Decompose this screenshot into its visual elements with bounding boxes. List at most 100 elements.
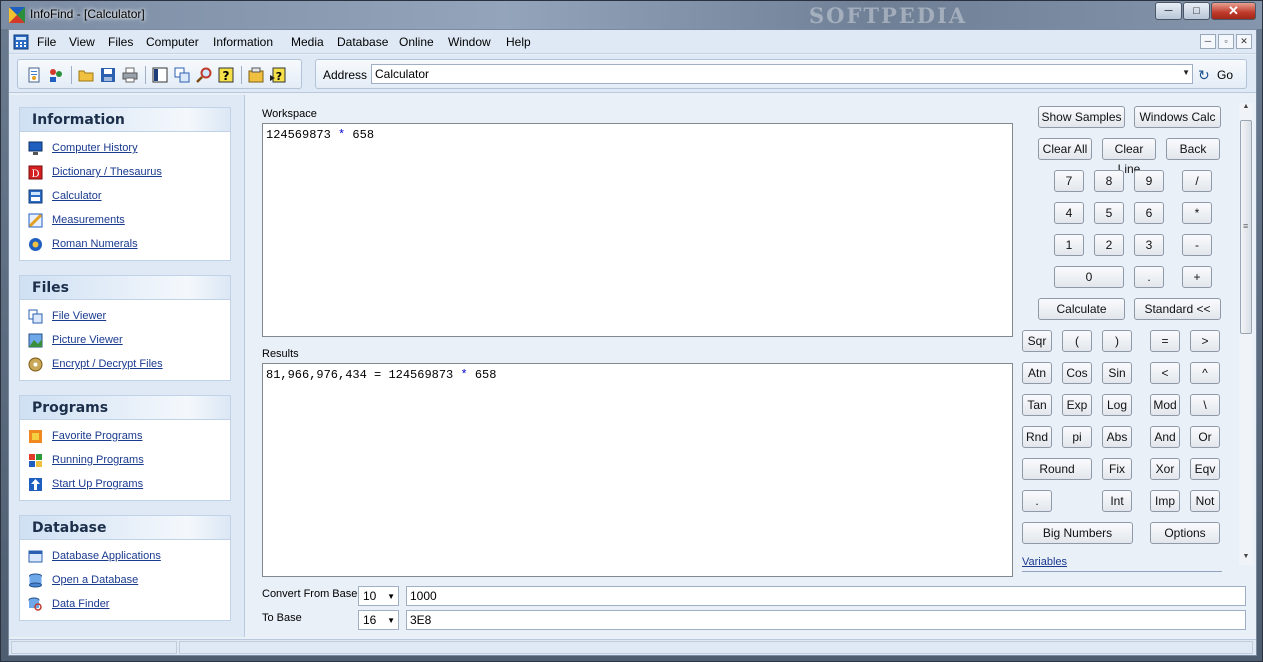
people-icon[interactable] [48,67,64,83]
not-button[interactable]: Not [1190,490,1220,512]
menu-files[interactable]: Files [108,35,133,49]
nav-item-measurements[interactable]: Measurements [20,208,230,232]
open-folder-icon[interactable] [78,67,94,83]
nav-item-open-database[interactable]: Open a Database [20,568,230,592]
nav-item-computer-history[interactable]: Computer History [20,136,230,160]
nav-item-encrypt-files[interactable]: Encrypt / Decrypt Files [20,352,230,376]
mod-button[interactable]: Mod [1150,394,1180,416]
divide-button[interactable]: / [1182,170,1212,192]
xor-button[interactable]: Xor [1150,458,1180,480]
section-header-database[interactable]: Database [20,516,230,540]
round-button[interactable]: Round [1022,458,1092,480]
decimal-point-button-2[interactable]: . [1022,490,1052,512]
go-arrow-icon[interactable]: ↻ [1198,67,1210,84]
atn-button[interactable]: Atn [1022,362,1052,384]
scroll-up-icon[interactable]: ▲ [1239,103,1253,115]
workspace-editor[interactable]: 124569873 * 658 [262,123,1013,337]
nav-item-running-programs[interactable]: Running Programs [20,448,230,472]
options-button[interactable]: Options [1150,522,1220,544]
window-minimize-button[interactable]: ─ [1155,2,1182,20]
integer-divide-button[interactable]: \ [1190,394,1220,416]
digit-0-button[interactable]: 0 [1054,266,1124,288]
window-close-button[interactable]: ✕ [1211,2,1256,20]
nav-item-start-up-programs[interactable]: Start Up Programs [20,472,230,496]
section-header-information[interactable]: Information [20,108,230,132]
digit-5-button[interactable]: 5 [1094,202,1124,224]
convert-from-value-input[interactable]: 1000 [406,586,1246,606]
cos-button[interactable]: Cos [1062,362,1092,384]
menu-media[interactable]: Media [291,35,324,49]
menu-help[interactable]: Help [506,35,531,49]
results-pane[interactable]: 81,966,976,434 = 124569873 * 658 [262,363,1013,577]
digit-4-button[interactable]: 4 [1054,202,1084,224]
save-icon[interactable] [100,67,116,83]
int-button[interactable]: Int [1102,490,1132,512]
menu-view[interactable]: View [69,35,95,49]
clear-all-button[interactable]: Clear All [1038,138,1092,160]
calculator-menu-icon[interactable] [13,34,29,50]
window-maximize-button[interactable]: □ [1183,2,1210,20]
settings-icon[interactable] [248,67,264,83]
section-header-programs[interactable]: Programs [20,396,230,420]
power-button[interactable]: ^ [1190,362,1220,384]
digit-6-button[interactable]: 6 [1134,202,1164,224]
calculate-button[interactable]: Calculate [1038,298,1125,320]
abs-button[interactable]: Abs [1102,426,1132,448]
clear-line-button[interactable]: Clear Line [1102,138,1156,176]
print-icon[interactable] [122,67,138,83]
help-question-icon[interactable]: ? [218,67,234,83]
panel-toggle-icon[interactable] [152,67,168,83]
equals-button[interactable]: = [1150,330,1180,352]
menu-computer[interactable]: Computer [146,35,199,49]
mdi-minimize-button[interactable]: ─ [1200,34,1216,49]
greater-than-button[interactable]: > [1190,330,1220,352]
digit-2-button[interactable]: 2 [1094,234,1124,256]
or-button[interactable]: Or [1190,426,1220,448]
subtract-button[interactable]: - [1182,234,1212,256]
menu-file[interactable]: File [37,35,56,49]
search-icon[interactable] [196,67,212,83]
to-base-select[interactable]: 16 ▼ [358,610,399,630]
nav-item-file-viewer[interactable]: File Viewer [20,304,230,328]
mdi-close-button[interactable]: ✕ [1236,34,1252,49]
pi-button[interactable]: pi [1062,426,1092,448]
standard-toggle-button[interactable]: Standard << [1134,298,1221,320]
go-button[interactable]: Go [1217,68,1233,82]
nav-item-favorite-programs[interactable]: Favorite Programs [20,424,230,448]
rnd-button[interactable]: Rnd [1022,426,1052,448]
back-button[interactable]: Back [1166,138,1220,160]
menu-window[interactable]: Window [448,35,491,49]
nav-item-data-finder[interactable]: Data Finder [20,592,230,616]
converted-value-output[interactable]: 3E8 [406,610,1246,630]
nav-item-database-applications[interactable]: Database Applications [20,544,230,568]
show-samples-button[interactable]: Show Samples [1038,106,1125,128]
title-bar[interactable]: InfoFind - [Calculator] SOFTPEDIA ─ □ ✕ [1,1,1262,29]
nav-item-calculator[interactable]: Calculator [20,184,230,208]
digit-7-button[interactable]: 7 [1054,170,1084,192]
tan-button[interactable]: Tan [1022,394,1052,416]
address-input[interactable]: Calculator ▼ [371,64,1193,84]
fix-button[interactable]: Fix [1102,458,1132,480]
sqr-button[interactable]: Sqr [1022,330,1052,352]
digit-1-button[interactable]: 1 [1054,234,1084,256]
nav-item-picture-viewer[interactable]: Picture Viewer [20,328,230,352]
big-numbers-button[interactable]: Big Numbers [1022,522,1133,544]
copy-windows-icon[interactable] [174,67,190,83]
exp-button[interactable]: Exp [1062,394,1092,416]
eqv-button[interactable]: Eqv [1190,458,1220,480]
multiply-button[interactable]: * [1182,202,1212,224]
add-button[interactable]: + [1182,266,1212,288]
imp-button[interactable]: Imp [1150,490,1180,512]
left-paren-button[interactable]: ( [1062,330,1092,352]
section-header-files[interactable]: Files [20,276,230,300]
log-button[interactable]: Log [1102,394,1132,416]
and-button[interactable]: And [1150,426,1180,448]
digit-9-button[interactable]: 9 [1134,170,1164,192]
nav-item-dictionary[interactable]: D Dictionary / Thesaurus [20,160,230,184]
less-than-button[interactable]: < [1150,362,1180,384]
scroll-down-icon[interactable]: ▼ [1239,553,1253,565]
digit-8-button[interactable]: 8 [1094,170,1124,192]
mdi-restore-button[interactable]: ▫ [1218,34,1234,49]
menu-database[interactable]: Database [337,35,388,49]
context-help-icon[interactable]: ? [270,67,286,83]
